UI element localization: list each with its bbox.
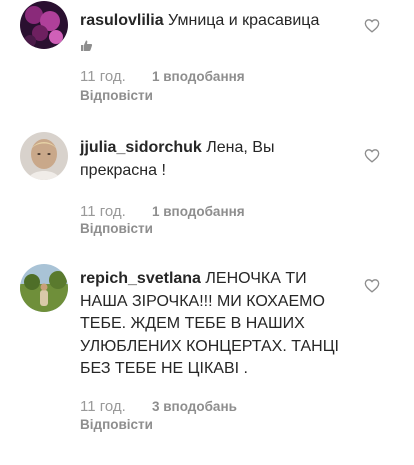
heart-outline-icon [364,19,380,33]
comment-username[interactable]: repich_svetlana [80,270,201,287]
comment-username[interactable]: jjulia_sidorchuk [80,139,202,156]
reply-button[interactable]: Відповісти [80,88,153,103]
avatar[interactable] [20,264,68,312]
comment-time: 11 год. [80,203,126,220]
comment-likes[interactable]: 1 вподобання [152,204,245,219]
comment-meta: 11 год. 3 вподобань [80,398,237,415]
avatar[interactable] [20,1,68,49]
like-button[interactable] [364,148,380,163]
heart-outline-icon [364,279,380,293]
comment-item: jjulia_sidorchuk Лена, Вы прекрасна ! 11… [0,130,414,260]
comment-username[interactable]: rasulovlilia [80,12,164,29]
comment-text: Умница и красавица [168,12,320,29]
comment-time: 11 год. [80,68,126,85]
comment-time: 11 год. [80,398,126,415]
like-button[interactable] [364,18,380,33]
avatar[interactable] [20,132,68,180]
avatar-flowers-image [20,1,68,49]
comment-body: repich_svetlana ЛЕНОЧКА ТИ НАША ЗІРОЧКА!… [80,268,350,381]
comment-meta: 11 год. 1 вподобання [80,68,245,85]
avatar-outdoor-image [20,264,68,312]
comment-item: rasulovlilia Умница и красавица 11 год. … [0,0,414,140]
avatar-portrait-image [20,132,68,180]
like-button[interactable] [364,278,380,293]
comment-item: repich_svetlana ЛЕНОЧКА ТИ НАША ЗІРОЧКА!… [0,262,414,462]
comment-likes[interactable]: 1 вподобання [152,69,245,84]
thumbs-up-icon [80,37,93,51]
comment-body: rasulovlilia Умница и красавица [80,10,350,55]
reply-button[interactable]: Відповісти [80,221,153,236]
comment-meta: 11 год. 1 вподобання [80,203,245,220]
reply-button[interactable]: Відповісти [80,417,153,432]
heart-outline-icon [364,149,380,163]
comment-body: jjulia_sidorchuk Лена, Вы прекрасна ! [80,137,350,182]
comment-likes[interactable]: 3 вподобань [152,399,237,414]
